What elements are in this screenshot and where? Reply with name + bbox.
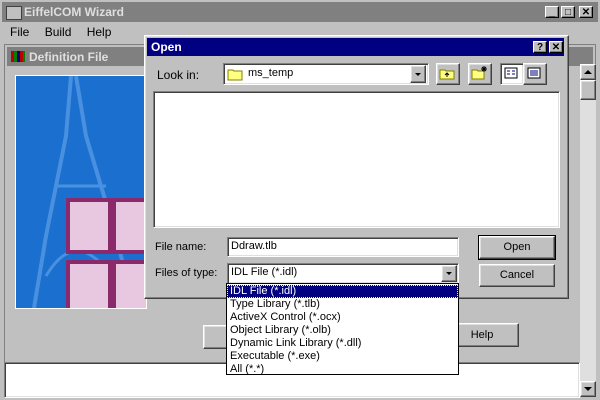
files-of-type-dropdown-button[interactable] <box>441 265 457 282</box>
details-view-icon <box>527 67 541 79</box>
type-option-olb[interactable]: Object Library (*.olb) <box>227 324 458 337</box>
type-option-all[interactable]: All (*.*) <box>227 363 458 376</box>
up-one-level-button[interactable] <box>436 63 460 85</box>
details-view-button[interactable] <box>523 63 547 85</box>
chevron-down-icon <box>415 73 421 76</box>
open-title-bar: Open ? ✕ <box>147 38 564 56</box>
scroll-thumb[interactable] <box>580 80 596 100</box>
scroll-down-button[interactable] <box>580 381 596 397</box>
files-of-type-value: IDL File (*.idl) <box>231 266 298 278</box>
menu-bar: File Build Help <box>10 25 123 41</box>
menu-file[interactable]: File <box>10 25 29 39</box>
look-in-dropdown-button[interactable] <box>410 65 426 83</box>
look-in-label: Look in: <box>157 68 200 82</box>
arrow-up-icon <box>584 70 592 74</box>
type-option-dll[interactable]: Dynamic Link Library (*.dll) <box>227 337 458 350</box>
new-folder-icon <box>471 66 487 80</box>
list-view-button[interactable] <box>500 63 524 85</box>
wizard-illustration <box>15 75 147 309</box>
dialog-close-button[interactable]: ✕ <box>549 41 563 53</box>
open-button[interactable]: Open <box>478 235 556 260</box>
definition-title: Definition File <box>29 50 109 64</box>
main-vertical-scrollbar[interactable] <box>580 64 596 397</box>
dialog-help-button[interactable]: ? <box>533 41 547 53</box>
type-option-ocx[interactable]: ActiveX Control (*.ocx) <box>227 311 458 324</box>
open-title: Open <box>151 40 182 54</box>
arrow-down-icon <box>584 387 592 391</box>
scroll-up-button[interactable] <box>580 64 596 80</box>
main-title: EiffelCOM Wizard <box>24 5 124 19</box>
menu-build[interactable]: Build <box>45 25 72 39</box>
files-of-type-combo[interactable]: IDL File (*.idl) <box>227 263 459 284</box>
list-view-icon <box>504 67 518 79</box>
up-folder-icon <box>439 69 455 80</box>
eiffel-tower-graphic <box>32 76 146 308</box>
chevron-down-icon <box>446 272 452 275</box>
file-name-label: File name: <box>155 241 207 253</box>
cancel-button[interactable]: Cancel <box>479 264 555 287</box>
files-of-type-listbox[interactable]: IDL File (*.idl) Type Library (*.tlb) Ac… <box>226 283 459 375</box>
close-button[interactable]: ✕ <box>579 6 593 18</box>
folder-icon <box>227 69 243 81</box>
type-option-exe[interactable]: Executable (*.exe) <box>227 350 458 363</box>
main-title-bar: EiffelCOM Wizard _ □ ✕ <box>2 2 598 22</box>
file-name-value: Ddraw.tlb <box>231 240 277 252</box>
panel-icon <box>11 51 25 62</box>
files-of-type-label: Files of type: <box>155 267 218 279</box>
type-option-tlb[interactable]: Type Library (*.tlb) <box>227 298 458 311</box>
file-list[interactable] <box>153 91 560 228</box>
look-in-combo[interactable]: ms_temp <box>223 63 429 85</box>
new-folder-button[interactable] <box>468 63 492 85</box>
type-option-idl[interactable]: IDL File (*.idl) <box>227 285 458 298</box>
file-name-input[interactable]: Ddraw.tlb <box>227 237 459 257</box>
maximize-button[interactable]: □ <box>561 6 575 18</box>
app-icon <box>6 6 22 20</box>
menu-help[interactable]: Help <box>87 25 112 39</box>
minimize-button[interactable]: _ <box>545 6 559 18</box>
look-in-value: ms_temp <box>248 67 294 79</box>
open-dialog: Open ? ✕ Look in: ms_temp File name: Ddr… <box>144 35 569 299</box>
